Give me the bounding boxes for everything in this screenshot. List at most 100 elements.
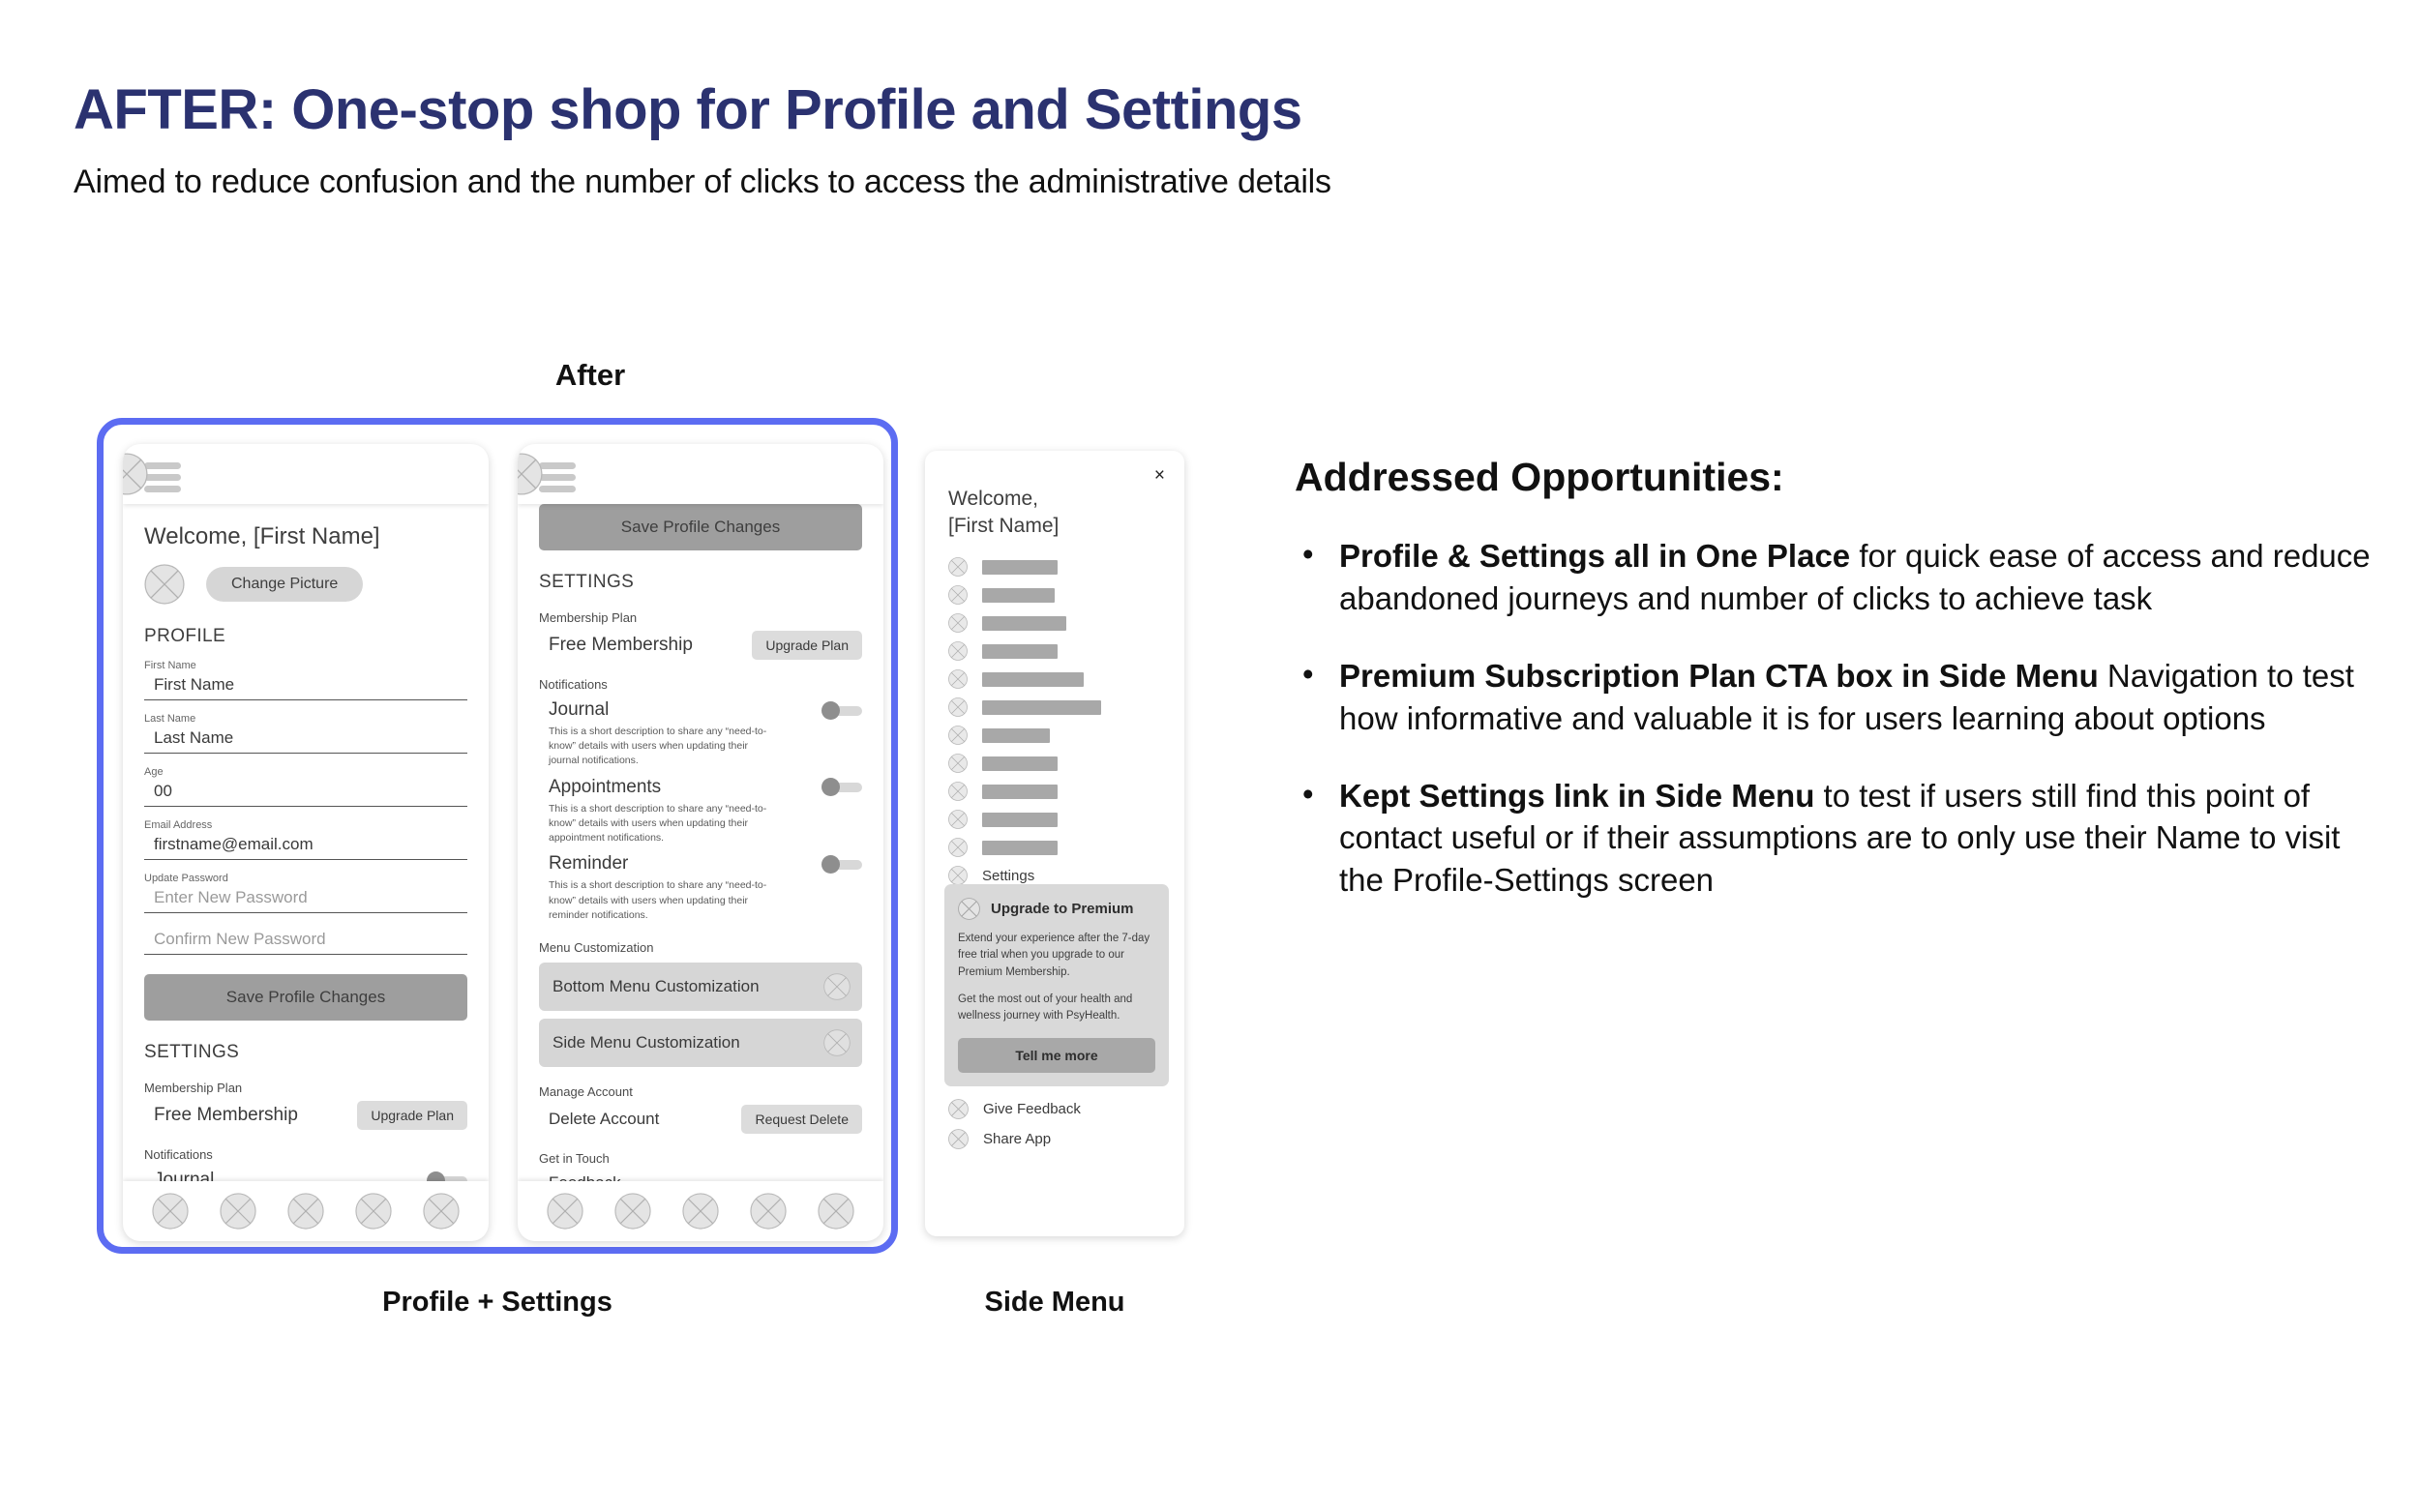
journal-notification-toggle[interactable] [821, 700, 862, 720]
tell-me-more-button[interactable]: Tell me more [958, 1038, 1155, 1074]
field-confirm-password[interactable]: Confirm New Password [144, 926, 467, 955]
settings-placeholder-icon [948, 866, 968, 885]
premium-paragraph-1: Extend your experience after the 7-day f… [958, 933, 1150, 978]
change-picture-button[interactable]: Change Picture [206, 567, 364, 602]
field-last-name[interactable]: Last Name Last Name [144, 713, 467, 754]
welcome-line-2: [First Name] [948, 514, 1060, 537]
side-menu-item[interactable] [948, 754, 1169, 773]
side-menu-item[interactable] [948, 585, 1169, 605]
membership-plan-label: Membership Plan [144, 1081, 243, 1095]
toggle-knob [821, 700, 840, 720]
first-name-input[interactable]: First Name [144, 671, 467, 700]
notification-title: Reminder [549, 853, 629, 875]
sidebar-item-give-feedback[interactable]: Give Feedback [948, 1099, 1169, 1119]
menu-item-placeholder-icon [948, 810, 968, 829]
menu-item-placeholder-icon [948, 782, 968, 801]
side-menu-item[interactable] [948, 641, 1169, 661]
welcome-heading: Welcome, [First Name] [144, 523, 380, 549]
feedback-link[interactable]: Feedback [539, 1173, 862, 1181]
field-label: Last Name [144, 713, 196, 725]
bottom-nav-icon-3[interactable] [682, 1193, 719, 1230]
side-menu-item[interactable] [948, 726, 1169, 745]
side-menu-item[interactable] [948, 782, 1169, 801]
menu-item-placeholder-bar [982, 812, 1058, 827]
bottom-nav-icon-5[interactable] [423, 1193, 460, 1230]
bottom-nav-icon-2[interactable] [614, 1193, 651, 1230]
upgrade-to-premium-cta[interactable]: Upgrade to Premium Extend your experienc… [944, 884, 1169, 1087]
chevron-placeholder-icon [823, 1029, 851, 1056]
appointments-notification-toggle[interactable] [821, 778, 862, 797]
phone2-bottom-nav[interactable] [518, 1181, 883, 1241]
membership-plan-label: Membership Plan [539, 610, 638, 625]
email-input[interactable]: firstname@email.com [144, 831, 467, 860]
sidebar-item-label: Give Feedback [983, 1101, 1081, 1117]
bottom-menu-customization-item[interactable]: Bottom Menu Customization [539, 962, 862, 1011]
notification-title: Appointments [549, 776, 662, 797]
item-label: Side Menu Customization [552, 1032, 740, 1052]
avatar-placeholder-icon[interactable] [518, 453, 543, 495]
notification-description: This is a short description to share any… [549, 726, 767, 767]
caption-side-menu: Side Menu [984, 1287, 1125, 1318]
bottom-nav-icon-4[interactable] [750, 1193, 787, 1230]
profile-photo-placeholder-icon[interactable] [144, 564, 185, 605]
phone-settings-screen: Save Profile Changes SETTINGS Membership… [518, 444, 883, 1241]
new-password-input[interactable]: Enter New Password [144, 884, 467, 913]
opportunity-item-1: Profile & Settings all in One Place for … [1295, 533, 2378, 620]
side-menu-item[interactable] [948, 557, 1169, 577]
upgrade-plan-button[interactable]: Upgrade Plan [357, 1101, 467, 1130]
last-name-input[interactable]: Last Name [144, 725, 467, 754]
side-menu-customization-item[interactable]: Side Menu Customization [539, 1018, 862, 1067]
menu-item-placeholder-icon [948, 838, 968, 857]
field-email[interactable]: Email Address firstname@email.com [144, 819, 467, 860]
side-menu-item[interactable] [948, 669, 1169, 689]
request-delete-button[interactable]: Request Delete [741, 1104, 862, 1134]
menu-item-placeholder-icon [948, 557, 968, 577]
phone1-bottom-nav[interactable] [123, 1181, 489, 1241]
avatar-placeholder-icon[interactable] [123, 453, 148, 495]
sidebar-item-settings[interactable]: Settings [948, 866, 1169, 885]
bottom-nav-icon-3[interactable] [287, 1193, 324, 1230]
notifications-label: Notifications [539, 677, 608, 692]
bottom-nav-icon-1[interactable] [152, 1193, 189, 1230]
field-age[interactable]: Age 00 [144, 766, 467, 807]
journal-notification-toggle[interactable] [427, 1171, 467, 1181]
reminder-notification-toggle[interactable] [821, 854, 862, 874]
field-first-name[interactable]: First Name First Name [144, 660, 467, 700]
save-profile-changes-button[interactable]: Save Profile Changes [539, 504, 862, 550]
opportunities-title: Addressed Opportunities: [1295, 455, 1784, 499]
premium-placeholder-icon [958, 898, 980, 920]
side-menu-item[interactable] [948, 838, 1169, 857]
notification-title: Journal [549, 699, 610, 720]
settings-section-heading: SETTINGS [539, 572, 635, 592]
sidebar-item-share-app[interactable]: Share App [948, 1129, 1169, 1149]
close-icon[interactable]: × [1154, 466, 1165, 485]
item-label: Bottom Menu Customization [552, 976, 760, 995]
bottom-nav-icon-2[interactable] [220, 1193, 256, 1230]
hamburger-menu-icon[interactable] [539, 462, 576, 497]
premium-title: Upgrade to Premium [991, 901, 1134, 917]
hamburger-menu-icon[interactable] [144, 462, 181, 497]
side-menu-item[interactable] [948, 810, 1169, 829]
side-menu-list[interactable]: Settings [948, 557, 1169, 894]
premium-header: Upgrade to Premium [958, 898, 1155, 920]
bottom-nav-icon-1[interactable] [547, 1193, 583, 1230]
age-input[interactable]: 00 [144, 778, 467, 807]
confirm-password-input[interactable]: Confirm New Password [144, 926, 467, 955]
notification-description: This is a short description to share any… [549, 879, 767, 921]
phone2-body[interactable]: Save Profile Changes SETTINGS Membership… [518, 504, 883, 1181]
bottom-nav-icon-4[interactable] [355, 1193, 392, 1230]
menu-item-placeholder-bar [982, 727, 1050, 743]
menu-item-placeholder-bar [982, 784, 1058, 799]
profile-picture-row: Change Picture [144, 564, 467, 605]
settings-section-heading: SETTINGS [144, 1042, 240, 1062]
side-menu-footer[interactable]: Give Feedback Share App [948, 1099, 1169, 1159]
side-menu-item[interactable] [948, 613, 1169, 633]
field-update-password[interactable]: Update Password Enter New Password [144, 873, 467, 913]
welcome-line-1: Welcome, [948, 488, 1038, 510]
bottom-nav-icon-5[interactable] [818, 1193, 854, 1230]
phone1-body[interactable]: Welcome, [First Name] Change Picture PRO… [123, 504, 489, 1181]
save-profile-changes-button[interactable]: Save Profile Changes [144, 974, 467, 1021]
upgrade-plan-button[interactable]: Upgrade Plan [752, 631, 862, 660]
opportunity-item-2: Premium Subscription Plan CTA box in Sid… [1295, 653, 2378, 740]
side-menu-item[interactable] [948, 697, 1169, 717]
